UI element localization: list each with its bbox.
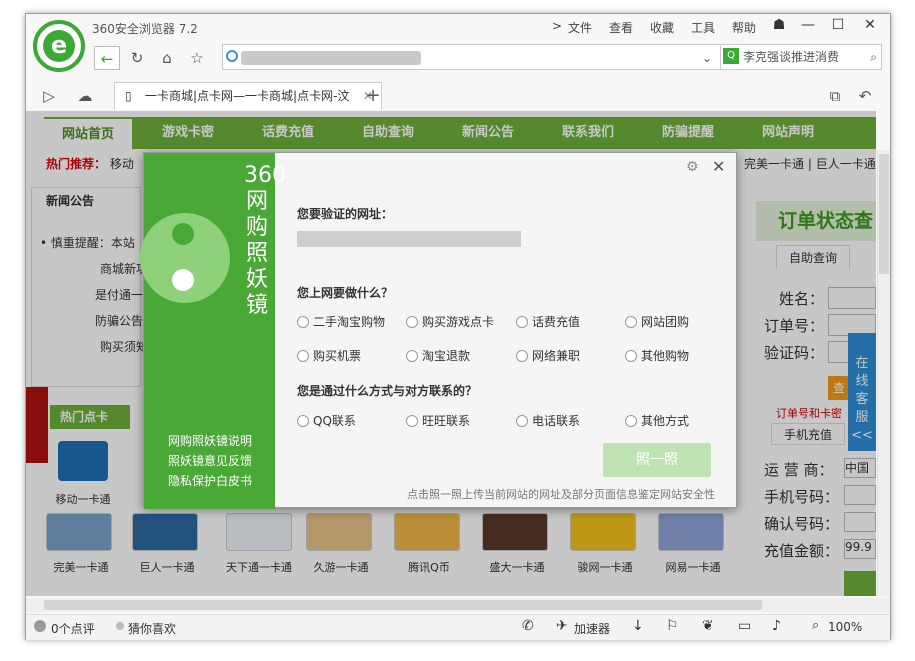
radio-phone[interactable]: 电话联系 — [516, 412, 580, 429]
star-icon[interactable]: ☆ — [184, 46, 210, 70]
menu-favorites[interactable]: 收藏 — [650, 19, 674, 36]
download-icon[interactable]: ↓ — [632, 618, 644, 634]
back-button[interactable]: ← — [94, 46, 120, 70]
purpose-question: 您上网要做什么？ — [297, 286, 394, 300]
window-icon[interactable]: ▭ — [738, 618, 751, 634]
close-icon[interactable]: ✕ — [712, 157, 725, 176]
flag-icon[interactable]: ⚐ — [666, 618, 679, 634]
volume-icon[interactable]: ♪ — [772, 618, 781, 634]
zoom-icon[interactable]: ⌕ — [812, 618, 819, 633]
radio-wangwang[interactable]: 旺旺联系 — [406, 412, 470, 429]
radio-group-buy[interactable]: 网站团购 — [625, 313, 689, 330]
refresh-button[interactable]: ↻ — [124, 46, 150, 70]
contact-question: 您是通过什么方式与对方联系的？ — [297, 384, 478, 398]
radio-taobao-refund[interactable]: 淘宝退款 — [406, 347, 470, 364]
menu-tools[interactable]: 工具 — [691, 19, 715, 36]
minimize-button[interactable]: — — [795, 15, 821, 35]
menu-view[interactable]: 查看 — [609, 19, 633, 36]
dropdown-icon[interactable]: ⌄ — [694, 46, 720, 70]
search-engine-icon: Q — [723, 48, 739, 64]
globe-icon — [226, 50, 238, 62]
search-text: 李克强谈推进消费 — [743, 50, 840, 64]
guess-you-like[interactable]: 猜你喜欢 — [128, 620, 176, 637]
radio-phone-recharge[interactable]: 话费充值 — [516, 313, 580, 330]
new-tab-button[interactable]: + — [360, 84, 386, 108]
radio-game-card[interactable]: 购买游戏点卡 — [406, 313, 494, 330]
zoom-level[interactable]: 100% — [828, 620, 862, 634]
shirt-icon[interactable]: ☗ — [766, 15, 792, 35]
address-blurred — [241, 51, 421, 65]
shopping-safety-dialog: 360网购照妖镜 网购照妖镜说明 照妖镜意见反馈 隐私保护白皮书 ⚙ ✕ 您要验… — [140, 152, 737, 509]
browser-logo: e — [33, 20, 85, 72]
search-input[interactable]: Q 李克强谈推进消费 ⌕ — [720, 44, 882, 70]
settings-icon[interactable]: ⚙ — [686, 159, 699, 175]
nav-bar: ← ↻ ⌂ ☆ ⇪ ⚡ ⌄ Q 李克强谈推进消费 ⌕ — [92, 44, 882, 70]
dialog-links: 网购照妖镜说明 照妖镜意见反馈 隐私保护白皮书 — [168, 431, 252, 491]
comment-icon — [34, 620, 46, 632]
radio-part-time[interactable]: 网络兼职 — [516, 347, 580, 364]
tab-active[interactable]: ▯ 一卡商城|点卡网—一卡商城|点卡网-汶 ✕ — [114, 82, 382, 110]
tab-label: 一卡商城|点卡网—一卡商城|点卡网-汶 — [145, 89, 350, 103]
rocket-icon: ✈ — [556, 618, 568, 634]
close-window-button[interactable]: ✕ — [857, 15, 883, 35]
undo-close-icon[interactable]: ↶ — [852, 84, 878, 108]
horizontal-scroll-thumb[interactable] — [44, 600, 762, 610]
dialog-side-panel: 360网购照妖镜 网购照妖镜说明 照妖镜意见反馈 隐私保护白皮书 — [140, 153, 286, 509]
dialog-vertical-title: 360网购照妖镜 — [244, 163, 286, 318]
link-privacy[interactable]: 隐私保护白皮书 — [168, 471, 252, 491]
radio-other-shopping[interactable]: 其他购物 — [625, 347, 689, 364]
radio-air-ticket[interactable]: 购买机票 — [297, 347, 361, 364]
tab-list-icon[interactable]: ⧉ — [822, 84, 848, 108]
horizontal-scrollbar[interactable] — [26, 598, 890, 612]
yin-yang-graphic — [140, 213, 230, 303]
cloud-icon[interactable]: ☁ — [72, 84, 98, 108]
check-button[interactable]: 照一照 — [603, 443, 711, 477]
window-title: 360安全浏览器 7.2 — [92, 22, 198, 36]
link-explain[interactable]: 网购照妖镜说明 — [168, 431, 252, 451]
leaf-icon[interactable]: ❦ — [702, 618, 714, 634]
dialog-note: 点击照一照上传当前网站的网址及部分页面信息鉴定网站安全性 — [407, 488, 715, 501]
link-feedback[interactable]: 照妖镜意见反馈 — [168, 451, 252, 471]
home-button[interactable]: ⌂ — [154, 46, 180, 70]
maximize-button[interactable]: ☐ — [825, 15, 851, 35]
url-question: 您要验证的网址： — [297, 207, 394, 221]
comments-count[interactable]: 0个点评 — [51, 620, 95, 637]
accelerator-button[interactable]: 加速器 — [574, 620, 610, 637]
radio-used-taobao[interactable]: 二手淘宝购物 — [297, 313, 385, 330]
vertical-scroll-thumb[interactable] — [879, 154, 889, 274]
vertical-scrollbar[interactable] — [877, 150, 890, 596]
tab-bar: ▷ ☁ ▯ 一卡商城|点卡网—一卡商城|点卡网-汶 ✕ + ⧉ ↶ — [26, 82, 890, 110]
page-icon: ▯ — [125, 89, 132, 103]
verified-url-blurred — [297, 231, 521, 247]
radio-qq[interactable]: QQ联系 — [297, 412, 356, 429]
status-bar: 0个点评 猜你喜欢 ✆ ✈ 加速器 ↓ ⚐ ❦ ▭ ♪ ⌕ 100% — [26, 614, 890, 640]
feedback-icon[interactable]: ✆ — [522, 618, 534, 634]
guess-icon — [116, 622, 124, 630]
menu-arrow-icon[interactable]: > — [552, 19, 562, 33]
sidebar-toggle-icon[interactable]: ▷ — [36, 84, 62, 108]
menu-help[interactable]: 帮助 — [732, 19, 756, 36]
search-icon[interactable]: ⌕ — [870, 45, 877, 69]
menu-file[interactable]: 文件 — [568, 19, 592, 36]
radio-other-method[interactable]: 其他方式 — [625, 412, 689, 429]
